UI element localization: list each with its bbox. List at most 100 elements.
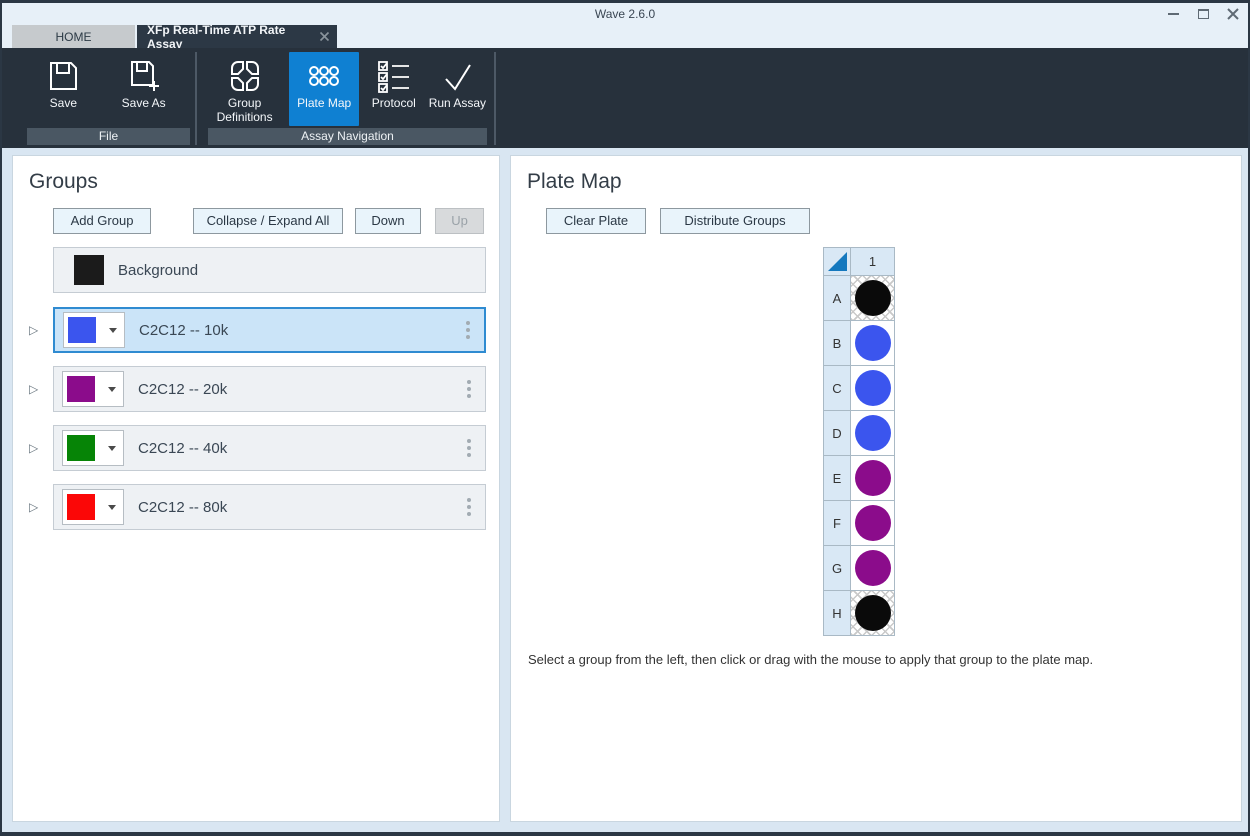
expander-icon[interactable] bbox=[29, 440, 45, 456]
column-header[interactable]: 1 bbox=[851, 248, 895, 276]
group-row[interactable]: C2C12 -- 20k bbox=[53, 366, 486, 412]
plate-map-button[interactable]: Plate Map bbox=[289, 52, 359, 126]
tab-assay[interactable]: XFp Real-Time ATP Rate Assay bbox=[137, 25, 337, 48]
group-color-dropdown[interactable] bbox=[62, 371, 124, 407]
plate-well[interactable] bbox=[851, 321, 895, 366]
tab-assay-label: XFp Real-Time ATP Rate Assay bbox=[147, 23, 315, 51]
group-definitions-icon bbox=[226, 57, 264, 95]
group-color-swatch bbox=[68, 317, 96, 343]
content-area: Groups Add Group Collapse / Expand All D… bbox=[2, 148, 1248, 832]
down-button[interactable]: Down bbox=[355, 208, 421, 234]
expander-icon[interactable] bbox=[29, 322, 45, 338]
groups-panel-title: Groups bbox=[29, 170, 98, 194]
plate-well[interactable] bbox=[851, 501, 895, 546]
group-options-kebab-icon[interactable] bbox=[467, 498, 471, 516]
group-row-label: C2C12 -- 40k bbox=[138, 440, 227, 457]
protocol-icon bbox=[375, 57, 413, 95]
plate-well[interactable] bbox=[851, 411, 895, 456]
plate-well[interactable] bbox=[851, 456, 895, 501]
plate-well[interactable] bbox=[851, 591, 895, 636]
select-all-corner[interactable] bbox=[824, 248, 851, 276]
protocol-button[interactable]: Protocol bbox=[365, 52, 423, 126]
run-assay-button[interactable]: Run Assay bbox=[428, 52, 486, 126]
distribute-groups-button[interactable]: Distribute Groups bbox=[660, 208, 810, 234]
protocol-label: Protocol bbox=[365, 97, 423, 111]
group-row-background[interactable]: Background bbox=[53, 247, 486, 293]
ribbon-group-assay-navigation-label: Assay Navigation bbox=[208, 128, 487, 145]
save-as-button[interactable]: Save As bbox=[115, 52, 173, 126]
well-group-circle bbox=[855, 280, 891, 316]
add-group-button[interactable]: Add Group bbox=[53, 208, 151, 234]
save-button[interactable]: Save bbox=[34, 52, 92, 126]
row-header[interactable]: F bbox=[824, 501, 851, 546]
row-header[interactable]: A bbox=[824, 276, 851, 321]
maximize-icon[interactable] bbox=[1196, 7, 1210, 21]
plate-map-icon bbox=[305, 57, 343, 95]
close-icon[interactable] bbox=[1226, 7, 1240, 21]
ribbon-group-assay-navigation: Group Definitions Plate Map bbox=[200, 48, 492, 148]
up-button[interactable]: Up bbox=[435, 208, 484, 234]
corner-triangle-icon bbox=[828, 252, 847, 271]
group-color-dropdown[interactable] bbox=[62, 489, 124, 525]
run-assay-label: Run Assay bbox=[428, 97, 486, 111]
row-header[interactable]: C bbox=[824, 366, 851, 411]
well-group-circle bbox=[855, 415, 891, 451]
chevron-down-icon bbox=[108, 505, 116, 510]
tab-close-icon[interactable] bbox=[319, 31, 330, 42]
group-color-swatch bbox=[67, 494, 95, 520]
group-options-kebab-icon[interactable] bbox=[466, 321, 470, 339]
group-definitions-button[interactable]: Group Definitions bbox=[206, 52, 284, 126]
group-color-swatch bbox=[67, 435, 95, 461]
ribbon-group-file: Save Save As File bbox=[12, 48, 195, 148]
window-controls bbox=[1166, 3, 1240, 25]
plate-well[interactable] bbox=[851, 276, 895, 321]
tab-bar: HOME XFp Real-Time ATP Rate Assay bbox=[2, 25, 1248, 48]
plate-map-panel: Plate Map Clear Plate Distribute Groups … bbox=[510, 155, 1242, 822]
save-label: Save bbox=[34, 97, 92, 111]
group-row-label: Background bbox=[118, 262, 198, 279]
collapse-expand-all-button[interactable]: Collapse / Expand All bbox=[193, 208, 343, 234]
save-as-icon bbox=[125, 57, 163, 95]
row-header[interactable]: D bbox=[824, 411, 851, 456]
plate-well[interactable] bbox=[851, 366, 895, 411]
save-icon bbox=[44, 57, 82, 95]
group-options-kebab-icon[interactable] bbox=[467, 439, 471, 457]
plate-map-instruction: Select a group from the left, then click… bbox=[528, 652, 1228, 667]
group-row[interactable]: C2C12 -- 80k bbox=[53, 484, 486, 530]
row-header[interactable]: B bbox=[824, 321, 851, 366]
well-group-circle bbox=[855, 595, 891, 631]
tab-home-label: HOME bbox=[56, 30, 92, 44]
save-as-label: Save As bbox=[115, 97, 173, 111]
tab-home[interactable]: HOME bbox=[12, 25, 135, 48]
plate-well[interactable] bbox=[851, 546, 895, 591]
plate-map-panel-title: Plate Map bbox=[527, 170, 622, 194]
row-header[interactable]: H bbox=[824, 591, 851, 636]
expander-icon[interactable] bbox=[29, 381, 45, 397]
plate-map-label: Plate Map bbox=[295, 97, 353, 111]
group-row[interactable]: C2C12 -- 40k bbox=[53, 425, 486, 471]
ribbon-separator bbox=[494, 52, 496, 145]
well-group-circle bbox=[855, 325, 891, 361]
group-color-dropdown[interactable] bbox=[62, 430, 124, 466]
chevron-down-icon bbox=[108, 387, 116, 392]
ribbon-group-file-label: File bbox=[27, 128, 190, 145]
expander-icon[interactable] bbox=[29, 499, 45, 515]
ribbon-separator bbox=[195, 52, 197, 145]
well-group-circle bbox=[855, 460, 891, 496]
well-group-circle bbox=[855, 550, 891, 586]
group-color-swatch bbox=[74, 255, 104, 285]
ribbon: Save Save As File bbox=[2, 48, 1248, 148]
group-options-kebab-icon[interactable] bbox=[467, 380, 471, 398]
well-group-circle bbox=[855, 505, 891, 541]
row-header[interactable]: E bbox=[824, 456, 851, 501]
group-definitions-label: Group Definitions bbox=[206, 97, 284, 125]
chevron-down-icon bbox=[108, 446, 116, 451]
clear-plate-button[interactable]: Clear Plate bbox=[546, 208, 646, 234]
well-group-circle bbox=[855, 370, 891, 406]
group-color-dropdown[interactable] bbox=[63, 312, 125, 348]
minimize-icon[interactable] bbox=[1166, 7, 1180, 21]
plate-grid: 1 A B C D E bbox=[823, 247, 895, 636]
group-row[interactable]: C2C12 -- 10k bbox=[53, 307, 486, 353]
row-header[interactable]: G bbox=[824, 546, 851, 591]
group-row-label: C2C12 -- 10k bbox=[139, 322, 228, 339]
